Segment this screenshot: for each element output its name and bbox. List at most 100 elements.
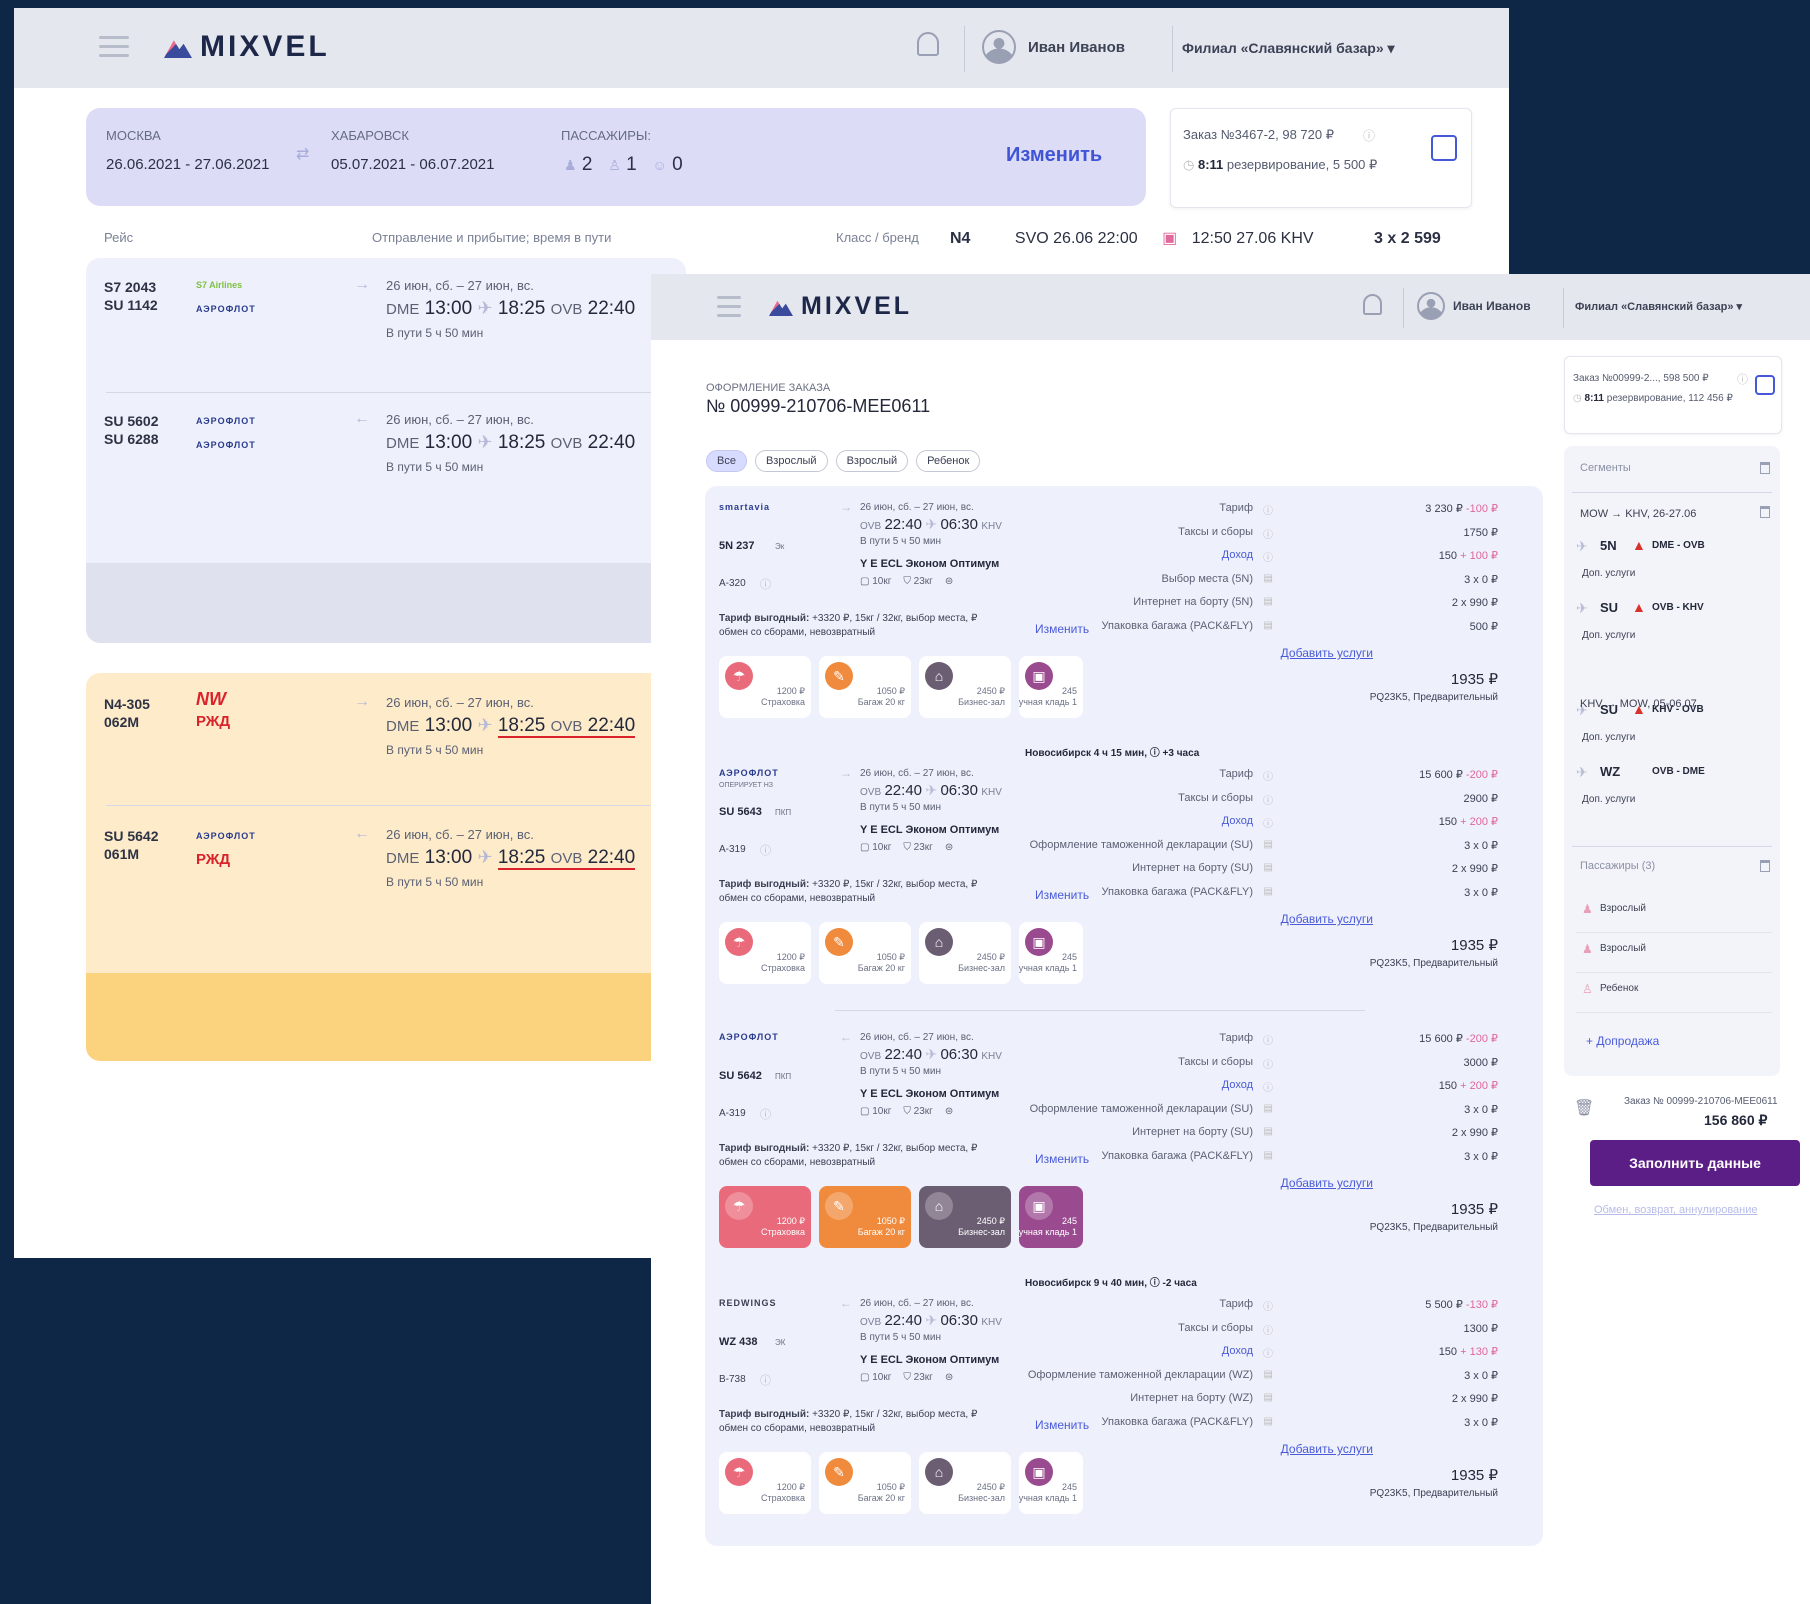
info-icon[interactable]: ⓘ	[1263, 1322, 1273, 1337]
change-tariff-link[interactable]: Изменить	[1035, 888, 1089, 902]
trash-icon[interactable]: ▤	[1264, 1392, 1273, 1403]
segment-leg[interactable]: ✈ SU ▲ OVB - KHV Доп. услуги	[1576, 599, 1772, 650]
info-icon[interactable]: ⓘ	[1363, 127, 1375, 144]
trash-icon[interactable]: ▤	[1264, 839, 1273, 850]
change-tariff-link[interactable]: Изменить	[1035, 622, 1089, 636]
offer-card[interactable]: S7 2043 SU 1142 S7 Airlines АЭРОФЛОТ → 2…	[86, 258, 686, 643]
info-icon[interactable]: ⓘ	[1263, 1032, 1273, 1047]
extra-services[interactable]: Доп. услуги	[1582, 568, 1635, 579]
change-tariff-link[interactable]: Изменить	[1035, 1152, 1089, 1166]
logo[interactable]: MIXVEL	[164, 30, 330, 64]
service-tile[interactable]: ▣ 245 Ручная кладь 1	[1019, 656, 1083, 718]
order-title[interactable]: Заказ №00999-2..., 598 500 ₽	[1573, 373, 1709, 384]
service-tile[interactable]: ☂ 1200 ₽ Страховка	[719, 922, 811, 984]
service-tile[interactable]: ☂ 1200 ₽ Страховка	[719, 1452, 811, 1514]
trash-icon[interactable]	[1760, 462, 1770, 474]
baggage-icon: ⛉	[903, 1106, 914, 1117]
passengers-counts[interactable]: ♟ 2 ♙ 1 ☺ 0	[564, 154, 683, 176]
info-icon[interactable]: ⓘ	[1263, 1056, 1273, 1071]
tab-adult-1[interactable]: Взрослый	[754, 450, 828, 472]
change-search-button[interactable]: Изменить	[1006, 144, 1102, 167]
luggage-icon: ✎	[825, 1458, 853, 1486]
avatar[interactable]	[982, 30, 1016, 64]
trash-icon[interactable]: ▤	[1264, 886, 1273, 897]
add-services-link[interactable]: Добавить услуги	[1281, 912, 1373, 926]
service-tile[interactable]: ▣ 245 Ручная кладь 1	[1019, 1186, 1083, 1248]
extra-services[interactable]: Доп. услуги	[1582, 630, 1635, 641]
service-tile[interactable]: ▣ 245 Ручная кладь 1	[1019, 922, 1083, 984]
tab-adult-2[interactable]: Взрослый	[835, 450, 909, 472]
service-tile[interactable]: ⌂ 2450 ₽ Бизнес-зал	[919, 656, 1011, 718]
info-icon[interactable]: ⓘ	[760, 576, 771, 592]
trash-icon[interactable]: ▤	[1264, 1369, 1273, 1380]
trash-icon[interactable]: ▤	[1264, 620, 1273, 631]
extra-services[interactable]: Доп. услуги	[1582, 732, 1635, 743]
tab-child[interactable]: Ребенок	[916, 450, 981, 472]
trash-icon[interactable]: ▤	[1264, 573, 1273, 584]
tab-all[interactable]: Все	[706, 450, 747, 472]
order-title[interactable]: Заказ №3467-2, 98 720 ₽	[1183, 127, 1334, 143]
service-tile[interactable]: ✎ 1050 ₽ Багаж 20 кг	[819, 656, 911, 718]
passenger-item[interactable]: ♟ Взрослый	[1576, 902, 1772, 933]
add-to-order-icon[interactable]	[1431, 135, 1457, 161]
trash-icon[interactable]: ▤	[1264, 1103, 1273, 1114]
info-icon[interactable]: ⓘ	[1263, 815, 1273, 830]
service-tile[interactable]: ✎ 1050 ₽ Багаж 20 кг	[819, 1186, 911, 1248]
bell-icon[interactable]	[917, 32, 939, 56]
extra-services[interactable]: Доп. услуги	[1582, 794, 1635, 805]
menu-icon[interactable]	[99, 36, 129, 63]
info-icon[interactable]: ⓘ	[1263, 549, 1273, 564]
change-tariff-link[interactable]: Изменить	[1035, 1418, 1089, 1432]
trash-icon[interactable]: 🗑	[1574, 1098, 1594, 1118]
service-tile[interactable]: ☂ 1200 ₽ Страховка	[719, 656, 811, 718]
service-tile[interactable]: ✎ 1050 ₽ Багаж 20 кг	[819, 1452, 911, 1514]
user-name[interactable]: Иван Иванов	[1453, 299, 1531, 313]
service-tile[interactable]: ✎ 1050 ₽ Багаж 20 кг	[819, 922, 911, 984]
add-services-link[interactable]: Добавить услуги	[1281, 1442, 1373, 1456]
service-tile[interactable]: ⌂ 2450 ₽ Бизнес-зал	[919, 922, 1011, 984]
swap-icon[interactable]: ⇄	[296, 144, 309, 164]
trash-icon[interactable]	[1760, 860, 1770, 872]
fill-data-button[interactable]: Заполнить данные	[1590, 1140, 1800, 1186]
passenger-item[interactable]: ♙ Ребенок	[1576, 982, 1772, 1013]
avatar[interactable]	[1417, 292, 1445, 320]
service-tile[interactable]: ☂ 1200 ₽ Страховка	[719, 1186, 811, 1248]
service-tile[interactable]: ⌂ 2450 ₽ Бизнес-зал	[919, 1186, 1011, 1248]
add-to-order-icon[interactable]	[1755, 375, 1775, 395]
bell-icon[interactable]	[1363, 294, 1382, 315]
segment-leg[interactable]: ✈ 5N ▲ DME - OVB Доп. услуги	[1576, 537, 1772, 588]
segment-leg[interactable]: ✈ WZ OVB - DME Доп. услуги	[1576, 764, 1772, 814]
info-icon[interactable]: ⓘ	[1263, 1345, 1273, 1360]
trash-icon[interactable]: ▤	[1264, 1416, 1273, 1427]
lounge-icon: ⌂	[925, 1192, 953, 1220]
service-tile[interactable]: ⌂ 2450 ₽ Бизнес-зал	[919, 1452, 1011, 1514]
passenger-item[interactable]: ♟ Взрослый	[1576, 942, 1772, 973]
info-icon[interactable]: ⓘ	[1263, 502, 1273, 517]
offer-card[interactable]: N4-305 062М NW РЖД → 26 июн, сб. – 27 ию…	[86, 673, 686, 1061]
branch-select[interactable]: Филиал «Славянский базар» ▾	[1182, 40, 1395, 57]
info-icon[interactable]: ⓘ	[760, 1106, 771, 1122]
info-icon[interactable]: ⓘ	[1263, 1079, 1273, 1094]
info-icon[interactable]: ⓘ	[1737, 371, 1748, 387]
trash-icon[interactable]: ▤	[1264, 1126, 1273, 1137]
menu-icon[interactable]	[717, 296, 741, 323]
info-icon[interactable]: ⓘ	[1263, 768, 1273, 783]
info-icon[interactable]: ⓘ	[760, 1372, 771, 1388]
trash-icon[interactable]	[1760, 506, 1770, 518]
info-icon[interactable]: ⓘ	[1263, 526, 1273, 541]
user-name[interactable]: Иван Иванов	[1028, 39, 1125, 56]
add-sale-link[interactable]: + Допродажа	[1586, 1034, 1659, 1048]
info-icon[interactable]: ⓘ	[1263, 1298, 1273, 1313]
trash-icon[interactable]: ▤	[1264, 596, 1273, 607]
info-icon[interactable]: ⓘ	[1263, 792, 1273, 807]
exchange-link[interactable]: Обмен, возврат, аннулирование	[1594, 1204, 1758, 1216]
logo[interactable]: MIXVEL	[769, 292, 912, 321]
trash-icon[interactable]: ▤	[1264, 1150, 1273, 1161]
add-services-link[interactable]: Добавить услуги	[1281, 1176, 1373, 1190]
branch-select[interactable]: Филиал «Славянский базар» ▾	[1575, 300, 1742, 313]
add-services-link[interactable]: Добавить услуги	[1281, 646, 1373, 660]
info-icon[interactable]: ⓘ	[760, 842, 771, 858]
service-tile[interactable]: ▣ 245 Ручная кладь 1	[1019, 1452, 1083, 1514]
trash-icon[interactable]: ▤	[1264, 862, 1273, 873]
fare-class-row[interactable]: N4 SVO 26.06 22:00 ▣ 12:50 27.06 KHV 3 х…	[950, 228, 1441, 248]
